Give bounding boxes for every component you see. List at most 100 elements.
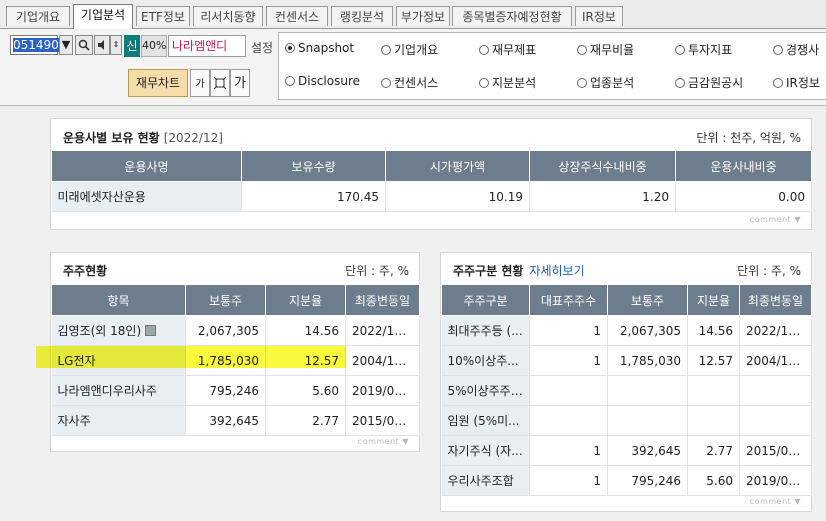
- stock-code-input[interactable]: 051490: [10, 35, 59, 55]
- financial-chart-button[interactable]: 재무차트: [128, 69, 188, 97]
- table-cell: 392,645: [607, 435, 688, 466]
- column-header: 운용사내비중: [675, 150, 812, 182]
- table-cell: 5.60: [265, 375, 346, 406]
- unit-label: 단위 : 주, %: [345, 264, 409, 278]
- section-title: 운용사별 보유 현황 [2022/12]: [63, 131, 223, 145]
- table-cell: 795,246: [185, 375, 266, 406]
- settings-link[interactable]: 설정: [251, 39, 273, 56]
- spin-arrows-icon[interactable]: ⇕: [110, 35, 122, 55]
- radio-fss-disclosure[interactable]: 금감원공시: [675, 74, 743, 91]
- column-header: 최종변동일: [739, 284, 812, 316]
- radio-investment-indicators[interactable]: 투자지표: [675, 41, 732, 58]
- column-header: 대표주주수: [529, 284, 608, 316]
- radio-financial-statements[interactable]: 재무제표: [479, 41, 536, 58]
- fund-holdings-table: 운용사명 보유수량 시가평가액 상장주식수내비중 운용사내비중 미래에셋자산운용…: [51, 150, 812, 212]
- radio-icon: [675, 45, 685, 55]
- comment-toggle[interactable]: comment ▼: [750, 497, 801, 506]
- tab-company-overview[interactable]: 기업개요: [6, 6, 70, 26]
- table-cell: 12.57: [687, 345, 740, 376]
- dropdown-arrow-icon[interactable]: ▼: [59, 35, 73, 55]
- radio-consensus[interactable]: 컨센서스: [381, 74, 438, 91]
- row-label: 우리사주조합: [441, 465, 530, 496]
- table-row: 자기주식 (자... 1 392,645 2.77 2015/01/13: [441, 435, 812, 466]
- table-cell: 2,067,305: [607, 315, 688, 346]
- radio-icon: [479, 45, 489, 55]
- radio-icon: [381, 45, 391, 55]
- font-decrease-button[interactable]: 가: [190, 69, 210, 97]
- row-label: 10%이상주...: [441, 345, 530, 376]
- tab-consensus[interactable]: 컨센서스: [266, 6, 328, 26]
- radio-icon: [479, 78, 489, 88]
- table-row: 나라엠앤디우리사주 795,246 5.60 2019/01/07: [51, 375, 420, 406]
- radio-disclosure[interactable]: Disclosure: [285, 74, 360, 88]
- column-header: 지분율: [265, 284, 346, 316]
- tab-additional-info[interactable]: 부가정보: [396, 6, 450, 26]
- tab-capital-increase-schedule[interactable]: 종목별증자예정현황: [452, 6, 572, 26]
- column-header: 최종변동일: [345, 284, 420, 316]
- column-header: 보유수량: [241, 150, 386, 182]
- shareholder-types-table: 주주구분 대표주주수 보통주 지분율 최종변동일 최대주주등 (... 1 2,…: [441, 284, 812, 496]
- table-cell: [529, 405, 608, 436]
- top-tab-bar: 기업개요 기업분석 ETF정보 리서치동향 컨센서스 랭킹분석 부가정보 종목별…: [0, 0, 826, 29]
- column-header: 지분율: [687, 284, 740, 316]
- section-title: 주주구분 현황 자세히보기: [453, 264, 585, 278]
- row-label: 최대주주등 (...: [441, 315, 530, 346]
- comment-toggle[interactable]: comment ▼: [750, 215, 801, 224]
- search-icon[interactable]: [75, 35, 93, 55]
- table-cell: 0.00: [675, 181, 812, 212]
- radio-equity-analysis[interactable]: 지분분석: [479, 74, 536, 91]
- comment-toggle[interactable]: comment ▼: [358, 437, 409, 446]
- row-label: 미래에셋자산운용: [51, 181, 242, 212]
- table-cell: 1.20: [529, 181, 676, 212]
- radio-financial-ratios[interactable]: 재무비율: [577, 41, 634, 58]
- table-cell: 1: [529, 465, 608, 496]
- table-cell: 1: [529, 435, 608, 466]
- tab-research-trends[interactable]: 리서치동향: [193, 6, 263, 26]
- table-cell: 10.19: [385, 181, 530, 212]
- detail-link[interactable]: 자세히보기: [529, 264, 584, 278]
- row-label: 5%이상주주 ...: [441, 375, 530, 406]
- row-label: 김영조(외 18인): [51, 315, 186, 346]
- expand-icon[interactable]: [145, 325, 157, 336]
- radio-icon: [773, 78, 783, 88]
- table-cell: 1: [529, 315, 608, 346]
- table-cell: 2022/12/23: [345, 315, 420, 346]
- radio-industry-analysis[interactable]: 업종분석: [577, 74, 634, 91]
- table-cell: 392,645: [185, 405, 266, 436]
- font-increase-button[interactable]: 가: [230, 69, 250, 97]
- table-cell: 14.56: [687, 315, 740, 346]
- radio-icon: [577, 78, 587, 88]
- table-cell: [739, 375, 812, 406]
- radio-competitors[interactable]: 경쟁사: [773, 41, 819, 58]
- table-cell: [607, 405, 688, 436]
- radio-ir-info[interactable]: IR정보: [773, 74, 820, 91]
- radio-icon: [773, 45, 783, 55]
- tab-company-analysis[interactable]: 기업분석: [73, 4, 133, 29]
- table-cell: [687, 375, 740, 406]
- margin-badge: 신: [124, 35, 140, 57]
- table-row: 5%이상주주 ...: [441, 375, 812, 406]
- column-header: 시가평가액: [385, 150, 530, 182]
- radio-selected-icon: [285, 43, 295, 53]
- table-row: 김영조(외 18인) 2,067,305 14.56 2022/12/23: [51, 315, 420, 346]
- tab-ranking-analysis[interactable]: 랭킹분석: [331, 6, 393, 26]
- unit-label: 단위 : 천주, 억원, %: [696, 131, 801, 145]
- tab-ir-info[interactable]: IR정보: [575, 6, 623, 26]
- radio-icon: [577, 45, 587, 55]
- column-header: 보통주: [607, 284, 688, 316]
- column-header: 항목: [51, 284, 186, 316]
- table-cell: 170.45: [241, 181, 386, 212]
- radio-company-overview[interactable]: 기업개요: [381, 41, 438, 58]
- report-type-options: Snapshot 기업개요 재무제표 재무비율 투자지표 경쟁사 Disclos…: [278, 32, 826, 100]
- table-cell: 2022/12/23: [739, 315, 812, 346]
- column-header: 운용사명: [51, 150, 242, 182]
- company-name-field: 나라엠앤디: [168, 35, 246, 57]
- tab-etf-info[interactable]: ETF정보: [136, 6, 190, 26]
- radio-icon: [381, 78, 391, 88]
- fit-screen-icon[interactable]: [210, 69, 230, 97]
- speaker-icon[interactable]: [94, 35, 110, 55]
- radio-snapshot[interactable]: Snapshot: [285, 41, 354, 55]
- table-cell: 2.77: [687, 435, 740, 466]
- column-header: 주주구분: [441, 284, 530, 316]
- unit-label: 단위 : 주, %: [737, 264, 801, 278]
